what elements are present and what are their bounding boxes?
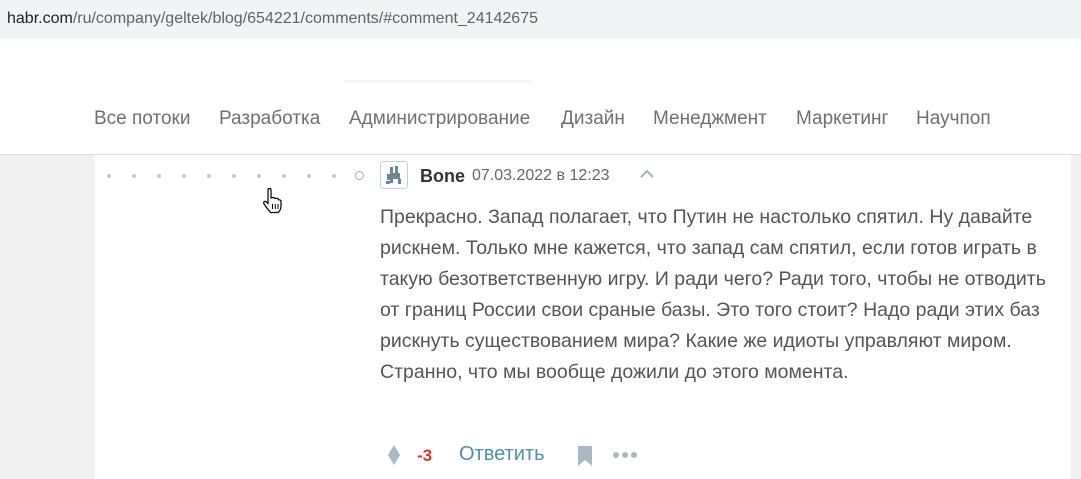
collapse-icon[interactable] bbox=[638, 167, 656, 181]
comment-score: -3 bbox=[417, 446, 433, 465]
thread-level-dot[interactable] bbox=[257, 174, 261, 178]
nav-item-all-streams[interactable]: Все потоки bbox=[94, 108, 190, 130]
page-gutter-left bbox=[0, 155, 95, 479]
active-tab-indicator bbox=[344, 80, 532, 83]
thread-level-dot[interactable] bbox=[232, 174, 236, 178]
url-path: /ru/company/geltek/blog/654221/comments/… bbox=[72, 10, 538, 27]
thread-level-dot[interactable] bbox=[207, 174, 211, 178]
hand-cursor-icon bbox=[263, 188, 282, 214]
page-gutter-right bbox=[1071, 155, 1081, 479]
thread-level-dot[interactable] bbox=[332, 174, 336, 178]
thread-level-dot[interactable] bbox=[307, 174, 311, 178]
thread-level-dot[interactable] bbox=[182, 174, 186, 178]
nav-item-design[interactable]: Дизайн bbox=[561, 108, 625, 130]
url-host: habr.com bbox=[7, 10, 73, 27]
avatar[interactable] bbox=[380, 161, 408, 189]
comment-timestamp[interactable]: 07.03.2022 в 12:23 bbox=[472, 167, 610, 185]
hub-navigation: Все потоки Разработка Администрирование … bbox=[0, 84, 1081, 155]
vote-icon[interactable] bbox=[385, 443, 403, 467]
site-top-strip bbox=[0, 39, 1081, 85]
user-avatar-icon bbox=[386, 166, 401, 184]
url-text[interactable]: habr.com/ru/company/geltek/blog/654221/c… bbox=[7, 10, 538, 28]
nav-item-management[interactable]: Менеджмент bbox=[653, 108, 767, 130]
nav-item-development[interactable]: Разработка bbox=[219, 108, 320, 130]
more-icon[interactable] bbox=[612, 450, 638, 460]
comment-author[interactable]: Bone bbox=[420, 166, 465, 187]
thread-level-dot[interactable] bbox=[107, 174, 111, 178]
browser-address-bar[interactable]: habr.com/ru/company/geltek/blog/654221/c… bbox=[0, 0, 1081, 39]
thread-level-dot[interactable] bbox=[282, 174, 286, 178]
thread-level-dot[interactable] bbox=[157, 174, 161, 178]
nav-item-marketing[interactable]: Маркетинг bbox=[796, 108, 888, 130]
comment-body: Прекрасно. Запад полагает, что Путин не … bbox=[380, 206, 1046, 383]
reply-button[interactable]: Ответить bbox=[459, 443, 545, 466]
bookmark-icon[interactable] bbox=[576, 445, 594, 467]
nav-item-administration[interactable]: Администрирование bbox=[349, 108, 530, 130]
nav-item-popsci[interactable]: Научпоп bbox=[916, 108, 991, 130]
thread-level-dot[interactable] bbox=[132, 174, 136, 178]
thread-current-dot[interactable] bbox=[355, 171, 364, 180]
